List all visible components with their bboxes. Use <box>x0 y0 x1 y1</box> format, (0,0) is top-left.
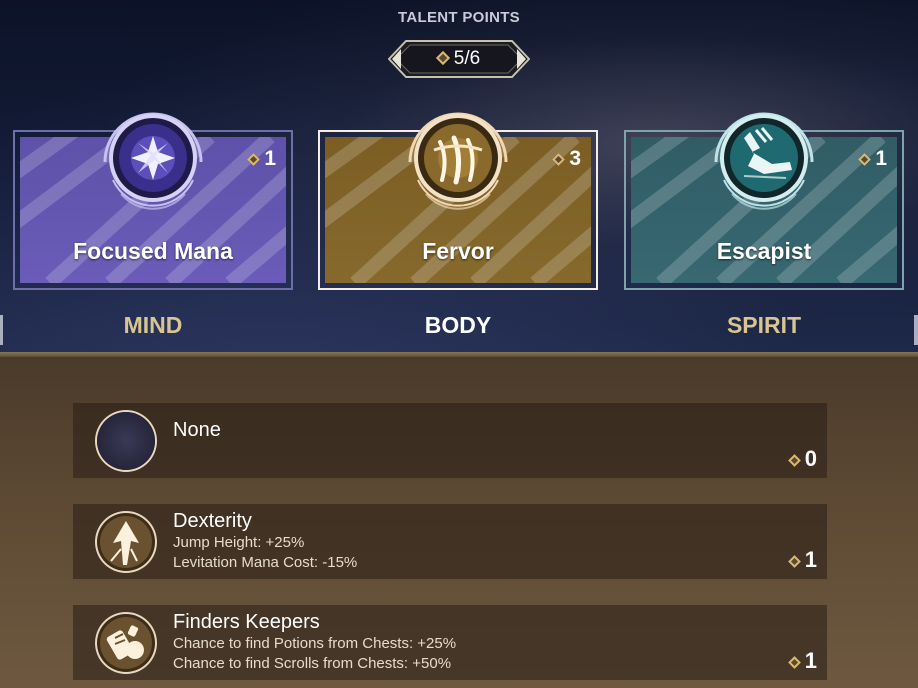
scroll-potion-icon <box>95 612 157 674</box>
talent-desc-line-1: Jump Height: +25% <box>173 534 305 551</box>
talent-points-counter: 5/6 <box>388 40 530 78</box>
empty-slot-icon <box>95 410 157 472</box>
card-name: Escapist <box>716 238 812 264</box>
card-name: Fervor <box>422 238 494 264</box>
winged-boot-icon <box>714 112 814 210</box>
diamond-icon <box>787 454 801 467</box>
talent-cost: 1 <box>804 648 817 673</box>
talent-desc-line-2: Chance to find Scrolls from Chests: +50% <box>173 655 452 672</box>
talent-cost: 1 <box>804 547 817 572</box>
talent-desc-line-1: Chance to find Potions from Chests: +25% <box>173 635 457 652</box>
talent-card-mind[interactable]: 1 Focused Mana <box>13 112 293 290</box>
diamond-icon <box>858 153 872 166</box>
card-name: Focused Mana <box>73 238 233 264</box>
card-cost: 3 <box>569 147 581 170</box>
talent-desc-line-2: Levitation Mana Cost: -15% <box>173 554 358 571</box>
diamond-icon <box>787 555 801 568</box>
diamond-icon <box>247 153 261 166</box>
talent-card-body[interactable]: 3 Fervor <box>318 112 598 290</box>
card-cost: 1 <box>264 147 276 170</box>
talent-option-finders-keepers[interactable]: Finders Keepers Chance to find Potions f… <box>73 605 827 680</box>
upward-arrow-icon <box>95 511 157 573</box>
scroll-left-edge[interactable] <box>0 315 3 345</box>
star-burst-icon <box>103 112 203 210</box>
talent-points-title: TALENT POINTS <box>398 9 520 26</box>
category-tab-spirit[interactable]: SPIRIT <box>664 312 864 339</box>
talent-name: None <box>173 419 221 441</box>
category-tab-mind[interactable]: MIND <box>53 312 253 339</box>
diamond-icon <box>435 50 450 66</box>
talent-option-dexterity[interactable]: Dexterity Jump Height: +25% Levitation M… <box>73 504 827 579</box>
talent-cost: 0 <box>804 446 817 471</box>
card-cost: 1 <box>875 147 887 170</box>
talent-name: Finders Keepers <box>173 611 320 633</box>
diamond-icon <box>552 153 566 166</box>
talent-option-none[interactable]: None 0 <box>73 403 827 478</box>
diamond-icon <box>787 656 801 669</box>
claw-slash-icon <box>408 112 508 210</box>
talent-name: Dexterity <box>173 510 252 532</box>
talent-points-value: 5/6 <box>453 48 481 69</box>
scroll-right-edge[interactable] <box>914 315 918 345</box>
talent-card-spirit[interactable]: 1 Escapist <box>624 112 904 290</box>
category-tab-body[interactable]: BODY <box>358 312 558 339</box>
